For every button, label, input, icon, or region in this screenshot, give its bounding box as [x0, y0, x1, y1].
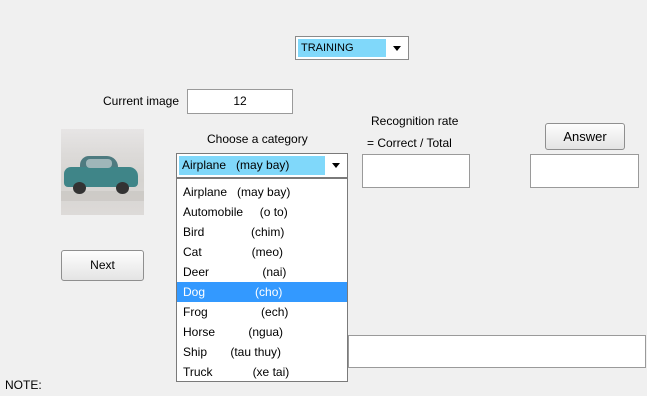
mode-select-value: TRAINING	[298, 39, 386, 57]
answer-field[interactable]	[530, 154, 639, 188]
category-option[interactable]: Deer (nai)	[177, 262, 347, 282]
current-image-label: Current image	[103, 94, 180, 108]
note-label: NOTE:	[5, 378, 42, 392]
answer-button[interactable]: Answer	[545, 123, 625, 150]
category-dropdown-list: Airplane (may bay) Automobile (o to) Bir…	[176, 178, 348, 382]
choose-category-label: Choose a category	[207, 132, 308, 146]
category-dropdown-button[interactable]	[325, 154, 347, 177]
recognition-rate-field[interactable]	[362, 154, 470, 188]
mode-dropdown-button[interactable]	[386, 37, 408, 59]
next-button[interactable]: Next	[61, 250, 144, 281]
category-option[interactable]: Airplane (may bay)	[177, 182, 347, 202]
category-option[interactable]: Truck (xe tai)	[177, 362, 347, 382]
note-field[interactable]	[348, 335, 646, 368]
category-option[interactable]: Horse (ngua)	[177, 322, 347, 342]
image-thumbnail	[61, 129, 144, 215]
chevron-down-icon	[393, 45, 401, 51]
category-option[interactable]: Ship (tau thuy)	[177, 342, 347, 362]
recognition-formula-label: = Correct / Total	[367, 136, 452, 150]
recognition-rate-label: Recognition rate	[371, 114, 459, 128]
category-option[interactable]: Frog (ech)	[177, 302, 347, 322]
category-option[interactable]: Bird (chim)	[177, 222, 347, 242]
mode-select[interactable]: TRAINING	[295, 36, 409, 60]
category-option[interactable]: Cat (meo)	[177, 242, 347, 262]
category-select-value: Airplane (may bay)	[179, 156, 325, 175]
category-select[interactable]: Airplane (may bay)	[176, 153, 348, 178]
chevron-down-icon	[332, 163, 340, 168]
current-image-field[interactable]: 12	[187, 89, 293, 114]
category-option[interactable]: Automobile (o to)	[177, 202, 347, 222]
category-option-selected[interactable]: Dog (cho)	[177, 282, 347, 302]
